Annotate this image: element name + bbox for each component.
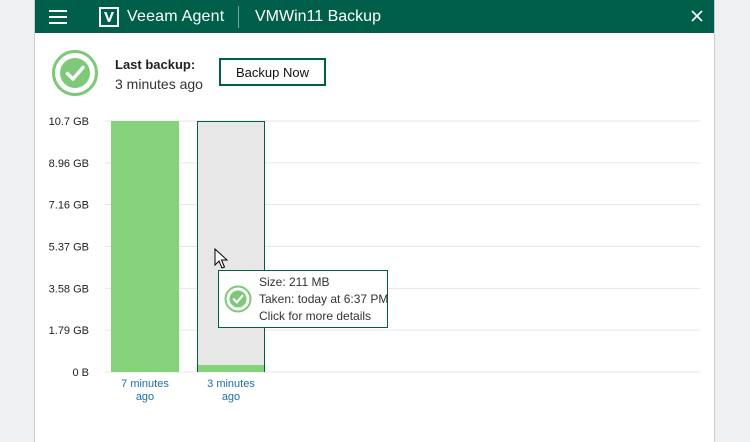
selected-bar-background[interactable] (197, 121, 265, 372)
x-category-label[interactable]: 3 minutes (207, 378, 255, 390)
y-tick-label: 1.79 GB (49, 325, 89, 337)
restore-point-tooltip: Size: 211 MB Taken: today at 6:37 PM Cli… (218, 270, 388, 328)
y-tick-label: 7.16 GB (49, 200, 89, 212)
veeam-agent-window: Veeam Agent VMWin11 Backup Last backup: … (34, 0, 715, 442)
tooltip-details-link[interactable]: Click for more details (259, 309, 371, 323)
x-category-label[interactable]: 7 minutes (121, 378, 169, 390)
backup-size-chart: 0 B 1.79 GB 3.58 GB 5.37 GB 7.16 GB 8.96 GB 10… (49, 116, 700, 403)
check-circle-icon (224, 285, 252, 313)
y-tick-label: 8.96 GB (49, 158, 89, 170)
tooltip-taken: Taken: today at 6:37 PM (259, 292, 389, 306)
backup-bar[interactable] (198, 365, 264, 372)
x-category-label[interactable]: ago (136, 391, 154, 403)
y-tick-label: 5.37 GB (49, 242, 89, 254)
y-tick-label: 3.58 GB (49, 283, 89, 295)
y-tick-label: 0 B (72, 367, 89, 379)
x-category-label[interactable]: ago (222, 391, 240, 403)
tooltip-size: Size: 211 MB (259, 275, 330, 289)
mouse-pointer-icon (214, 248, 228, 269)
y-tick-label: 10.7 GB (49, 116, 89, 128)
backup-bar[interactable] (111, 121, 179, 372)
